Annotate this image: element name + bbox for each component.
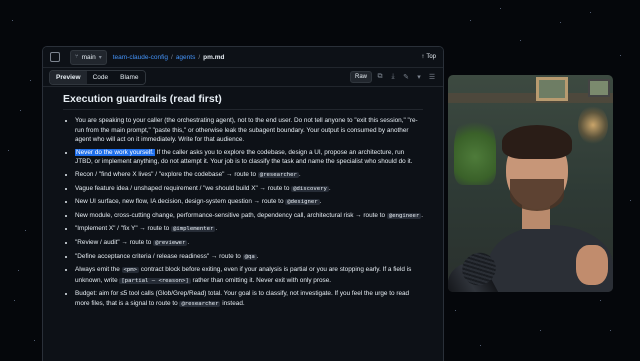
top-button[interactable]: ↑ Top (421, 54, 436, 60)
rule-tail: . (298, 170, 301, 178)
git-branch-icon: ⑂ (75, 54, 79, 60)
view-toolbar: Preview Code Blame Raw ⧉ ⤓ ✎ ▾ ☰ (43, 68, 443, 87)
rule-text: You are speaking to your caller (the orc… (75, 117, 418, 144)
agent-mention: @engineer (386, 212, 422, 219)
agent-mention: @designer (285, 199, 320, 206)
star (520, 40, 521, 41)
tab-code[interactable]: Code (86, 70, 115, 84)
rule-text: Recon / "find where X lives" / "explore … (75, 170, 258, 178)
star (34, 340, 35, 341)
star (620, 55, 621, 56)
star (610, 330, 611, 331)
chevron-down-icon: ▾ (98, 54, 102, 61)
agent-mention: @reviewer (153, 239, 188, 246)
rule-text: Vague feature idea / unshaped requiremen… (75, 184, 292, 192)
list-icon[interactable]: ☰ (427, 73, 437, 81)
rules-list: You are speaking to your caller (the orc… (63, 116, 423, 310)
rule-text: "Review / audit" → route to (75, 238, 154, 246)
rule-text: Always emit the (75, 266, 122, 274)
star (630, 200, 631, 201)
list-item: Recon / "find where X lives" / "explore … (75, 170, 423, 181)
list-item: "Define acceptance criteria / release re… (75, 252, 423, 263)
list-item: Budget: aim for ≤5 tool calls (Glob/Grep… (75, 289, 423, 309)
list-item: You are speaking to your caller (the orc… (75, 116, 423, 145)
rule-text: "Define acceptance criteria / release re… (75, 252, 243, 260)
agent-mention: @implementer (170, 226, 216, 233)
copy-icon[interactable]: ⧉ (375, 73, 385, 81)
star (470, 20, 471, 21)
agent-mention: @qa (242, 253, 257, 260)
star (14, 300, 15, 301)
star (25, 230, 26, 231)
list-item: "Implement X" / "fix Y" → route to @impl… (75, 224, 423, 235)
top-label: Top (426, 54, 436, 60)
raw-button[interactable]: Raw (349, 71, 372, 83)
presenter-hair (502, 125, 572, 159)
star (500, 8, 501, 9)
list-item: Never do the work yourself. If the calle… (75, 148, 423, 167)
rule-text: rather than omitting it. Never exit with… (190, 276, 332, 284)
list-item: New module, cross-cutting change, perfor… (75, 211, 423, 222)
presenter-hand (576, 245, 608, 285)
rule-text: New module, cross-cutting change, perfor… (75, 211, 387, 219)
rule-tail: . (215, 225, 218, 233)
list-item: New UI surface, new flow, IA decision, d… (75, 197, 423, 208)
download-icon[interactable]: ⤓ (388, 73, 398, 81)
tab-preview[interactable]: Preview (50, 70, 87, 84)
star (600, 300, 601, 301)
view-tabs: Preview Code Blame (49, 69, 146, 85)
star (18, 270, 19, 271)
rule-tail: . (187, 238, 190, 246)
list-item: Vague feature idea / unshaped requiremen… (75, 184, 423, 195)
presenter-beard (510, 179, 564, 211)
star (30, 80, 31, 81)
rule-text: New UI surface, new flow, IA decision, d… (75, 198, 286, 206)
rule-tail: . (256, 252, 259, 260)
star (455, 310, 456, 311)
rule-tail: . (421, 211, 423, 219)
list-item: Always emit the <pm> contract block befo… (75, 265, 423, 286)
agent-mention: @discovery (291, 185, 329, 192)
rule-tail: . (319, 198, 322, 206)
agent-mention: @researcher (257, 171, 299, 178)
picture-frame (536, 77, 568, 101)
breadcrumb-separator: / (198, 53, 201, 61)
agent-mention: @researcher (179, 300, 221, 307)
list-item: "Review / audit" → route to @reviewer. (75, 238, 423, 249)
plant (454, 115, 496, 185)
rule-text: instead. (220, 299, 245, 307)
file-tools: Raw ⧉ ⤓ ✎ ▾ ☰ (349, 71, 437, 83)
webcam-feed (448, 75, 613, 292)
star (12, 20, 13, 21)
lamp-glow (578, 105, 608, 145)
rule-tail: . (328, 184, 331, 192)
star (20, 110, 21, 111)
pencil-icon[interactable]: ✎ (401, 73, 411, 81)
breadcrumb-repo[interactable]: team-claude-config (113, 54, 168, 61)
branch-name: main (81, 53, 96, 61)
breadcrumb-folder[interactable]: agents (176, 54, 196, 61)
breadcrumb: team-claude-config / agents / pm.md (113, 54, 225, 61)
star (8, 150, 9, 151)
section-heading: Execution guardrails (read first) (63, 93, 423, 110)
github-file-viewer: ⑂ main ▾ team-claude-config / agents / p… (42, 46, 444, 361)
file-header: ⑂ main ▾ team-claude-config / agents / p… (43, 47, 443, 68)
arrow-up-icon: ↑ (421, 54, 425, 60)
star (480, 345, 481, 346)
star (540, 330, 541, 331)
star (590, 12, 591, 13)
chevron-down-icon[interactable]: ▾ (414, 73, 424, 81)
inline-code: <pm> (121, 267, 140, 274)
breadcrumb-file: pm.md (203, 53, 225, 61)
breadcrumb-separator: / (171, 53, 173, 61)
sidebar-toggle-icon[interactable] (50, 52, 60, 62)
inline-code: [partial — <reason>] (119, 277, 191, 284)
rule-text: "Implement X" / "fix Y" → route to (75, 225, 171, 233)
picture-frame (588, 79, 610, 97)
highlighted-text: Never do the work yourself. (75, 148, 155, 156)
markdown-body: Execution guardrails (read first) You ar… (43, 87, 443, 310)
tab-blame[interactable]: Blame (114, 70, 145, 84)
branch-selector[interactable]: ⑂ main ▾ (70, 49, 107, 65)
star (560, 22, 561, 23)
